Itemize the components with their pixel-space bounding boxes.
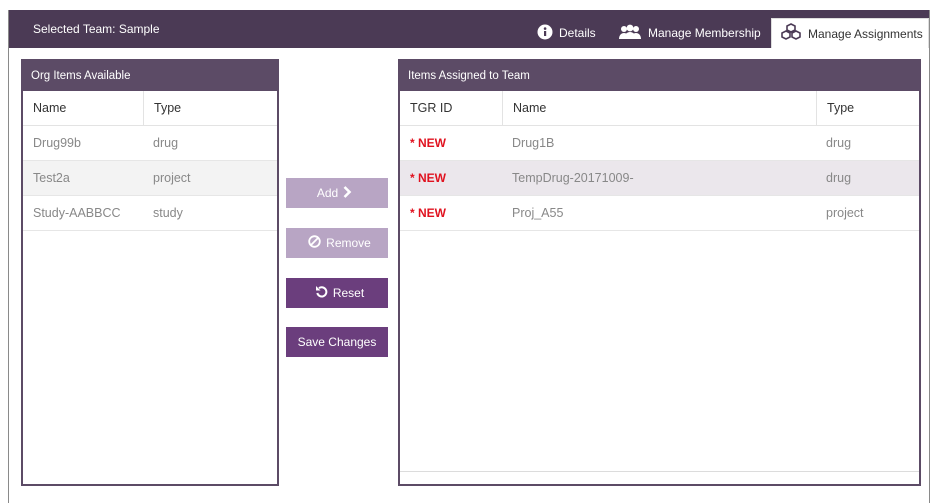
item-name: Drug1B xyxy=(512,136,555,150)
org-items-header-row: Name Type xyxy=(23,91,277,126)
cubes-icon xyxy=(780,23,808,44)
people-icon xyxy=(618,24,648,43)
column-header-name[interactable]: Name xyxy=(502,91,816,125)
assigned-items-panel: Items Assigned to Team TGR ID Name Type … xyxy=(398,59,921,486)
tab-details[interactable]: Details xyxy=(537,18,596,48)
table-row[interactable]: Test2a project xyxy=(23,161,277,196)
item-type: project xyxy=(153,171,191,185)
selected-team-title: Selected Team: Sample xyxy=(33,22,160,36)
tab-details-label: Details xyxy=(559,26,596,40)
top-bar: Selected Team: Sample Details Manage Mem… xyxy=(9,10,929,48)
table-row[interactable]: Drug99b drug xyxy=(23,126,277,161)
reset-button-label: Reset xyxy=(332,286,365,300)
add-button[interactable]: Add xyxy=(286,178,388,208)
table-row[interactable]: * NEW Drug1B drug xyxy=(400,126,919,161)
tab-manage-membership[interactable]: Manage Membership xyxy=(618,18,761,48)
item-type: project xyxy=(826,206,864,220)
item-name: Drug99b xyxy=(33,136,81,150)
undo-icon xyxy=(310,285,333,301)
tgr-id-new: * NEW xyxy=(410,171,446,185)
tgr-id-new: * NEW xyxy=(410,136,446,150)
item-name: Test2a xyxy=(33,171,70,185)
item-type: study xyxy=(153,206,183,220)
column-header-tgr-id[interactable]: TGR ID xyxy=(400,91,502,125)
item-type: drug xyxy=(153,136,179,150)
table-row[interactable]: * NEW Proj_A55 project xyxy=(400,196,919,231)
reset-button[interactable]: Reset xyxy=(286,278,388,308)
tgr-id-new: * NEW xyxy=(410,206,446,220)
org-items-panel: Org Items Available Name Type Drug99b dr… xyxy=(21,59,279,486)
item-name: Study-AABBCC xyxy=(33,206,121,220)
tab-manage-assignments-label: Manage Assignments xyxy=(808,26,923,41)
item-type: drug xyxy=(826,171,852,185)
column-header-type[interactable]: Type xyxy=(143,91,277,125)
info-icon xyxy=(537,24,559,43)
tab-manage-assignments[interactable]: Manage Assignments xyxy=(771,18,929,48)
org-items-panel-title: Org Items Available xyxy=(23,61,277,91)
item-type: drug xyxy=(826,136,852,150)
horizontal-scrollbar[interactable] xyxy=(400,471,919,484)
table-row[interactable]: Study-AABBCC study xyxy=(23,196,277,231)
item-name: Proj_A55 xyxy=(512,206,564,220)
remove-button[interactable]: Remove xyxy=(286,228,388,258)
column-header-name[interactable]: Name xyxy=(23,91,143,125)
table-row[interactable]: * NEW TempDrug-20171009- drug xyxy=(400,161,919,196)
ban-icon xyxy=(303,235,326,251)
tab-manage-membership-label: Manage Membership xyxy=(648,26,761,40)
item-name: TempDrug-20171009- xyxy=(512,171,634,185)
save-changes-button[interactable]: Save Changes xyxy=(286,327,388,357)
assigned-items-panel-title: Items Assigned to Team xyxy=(400,61,919,91)
column-header-type[interactable]: Type xyxy=(816,91,919,125)
remove-button-label: Remove xyxy=(326,236,371,250)
add-button-label: Add xyxy=(316,186,339,200)
chevron-right-icon xyxy=(338,185,357,201)
assigned-items-header-row: TGR ID Name Type xyxy=(400,91,919,126)
save-changes-button-label: Save Changes xyxy=(297,335,377,349)
